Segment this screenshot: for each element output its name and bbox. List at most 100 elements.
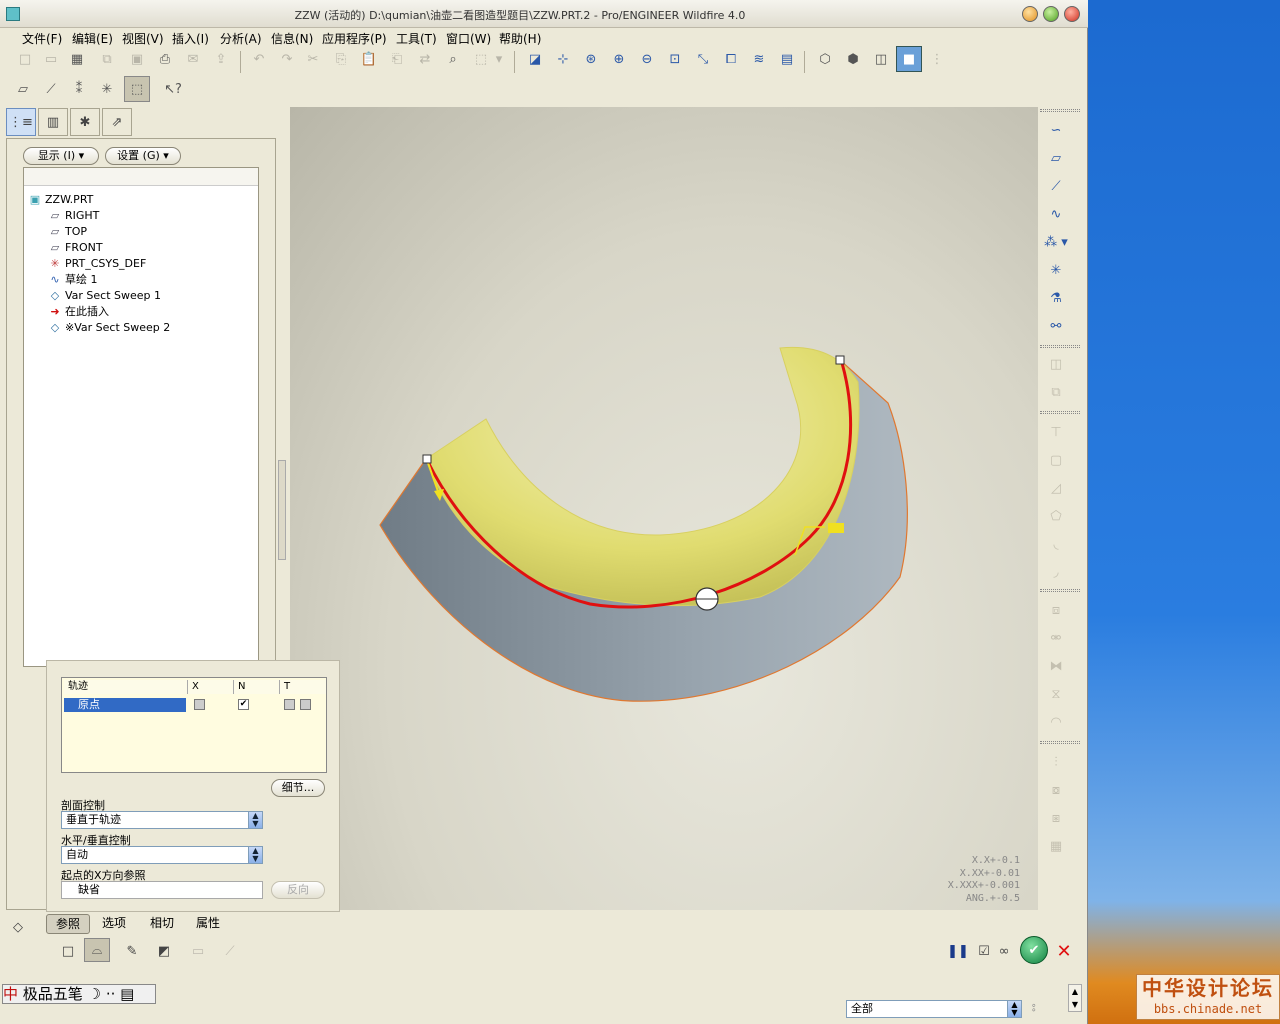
- pause-icon[interactable]: ❚❚: [946, 940, 970, 962]
- open-file-icon[interactable]: ▭: [40, 48, 62, 70]
- repaint-icon[interactable]: ◪: [524, 48, 546, 70]
- ime-toolbar[interactable]: 中 极品五笔 ☽ ·· ▤: [2, 984, 156, 1004]
- n-checkbox[interactable]: ✔: [238, 699, 249, 710]
- reorient-icon[interactable]: ⤡: [692, 48, 714, 70]
- settings-dropdown[interactable]: 设置 (G) ▾: [105, 147, 181, 165]
- minimize-button[interactable]: [1022, 6, 1038, 22]
- send-icon[interactable]: ⇪: [210, 48, 232, 70]
- redo-icon[interactable]: ↷: [276, 48, 298, 70]
- menu-edit[interactable]: 编辑(E): [72, 30, 113, 47]
- paste-icon[interactable]: 📋: [358, 48, 380, 70]
- menu-applications[interactable]: 应用程序(P): [322, 30, 387, 47]
- remove-material-icon[interactable]: ◩: [152, 940, 176, 962]
- save-icon[interactable]: ▣: [126, 48, 148, 70]
- tree-item-sweep-2[interactable]: ◇ ※Var Sect Sweep 2: [48, 320, 170, 336]
- menu-window[interactable]: 窗口(W): [446, 30, 491, 47]
- t-checkbox[interactable]: [284, 699, 295, 710]
- tab-options[interactable]: 选项: [96, 914, 132, 934]
- menu-file[interactable]: 文件(F): [22, 30, 62, 47]
- tab-references[interactable]: 参照: [46, 914, 90, 934]
- folder-browser-tab-icon[interactable]: ▥: [38, 108, 68, 136]
- menu-view[interactable]: 视图(V): [122, 30, 164, 47]
- surface-icon[interactable]: ⌓: [84, 938, 110, 962]
- solid-icon[interactable]: □: [56, 940, 80, 962]
- select-box-icon[interactable]: ⬚: [470, 48, 492, 70]
- sketch-tool-icon[interactable]: ∽: [1044, 119, 1068, 141]
- undo-icon[interactable]: ↶: [248, 48, 270, 70]
- tree-item-right[interactable]: ▱ RIGHT: [48, 208, 100, 224]
- wireframe-icon[interactable]: ⬡: [814, 48, 836, 70]
- zoom-out-icon[interactable]: ⊖: [636, 48, 658, 70]
- refit-icon[interactable]: ⊡: [664, 48, 686, 70]
- cancel-x-icon[interactable]: ✕: [1052, 940, 1076, 962]
- new-file-icon[interactable]: □: [14, 48, 36, 70]
- message-scroll-arrows[interactable]: ▲ ▼: [1068, 984, 1082, 1012]
- no-hidden-icon[interactable]: ◫: [870, 48, 892, 70]
- t-checkbox-secondary[interactable]: [300, 699, 311, 710]
- print-icon[interactable]: ⎙: [154, 48, 176, 70]
- panel-collapse-handle[interactable]: [278, 460, 286, 560]
- spin-center-display-icon[interactable]: ⬚: [124, 76, 150, 102]
- view-manager-icon[interactable]: ▤: [776, 48, 798, 70]
- section-control-select[interactable]: 垂直于轨迹 ▲ ▼: [61, 811, 263, 829]
- tab-tangency[interactable]: 相切: [144, 914, 180, 934]
- find-icon[interactable]: ⌕: [442, 48, 464, 70]
- details-button[interactable]: 细节...: [271, 779, 325, 797]
- favorites-tab-icon[interactable]: ✱: [70, 108, 100, 136]
- csys-tool-icon[interactable]: ✳: [1044, 259, 1068, 281]
- datum-plane-tool-icon[interactable]: ▱: [1044, 147, 1068, 169]
- layers-icon[interactable]: ≋: [748, 48, 770, 70]
- redraw-icon[interactable]: ⧉: [96, 48, 118, 70]
- menu-tools[interactable]: 工具(T): [396, 30, 437, 47]
- tree-item-part[interactable]: ▣ ZZW.PRT: [28, 192, 94, 208]
- trajectory-row-origin[interactable]: 原点: [64, 698, 186, 712]
- datum-plane-display-icon[interactable]: ▱: [12, 78, 34, 100]
- menu-analysis[interactable]: 分析(A): [220, 30, 262, 47]
- analysis-tool-icon[interactable]: ⚗: [1044, 287, 1068, 309]
- saved-views-icon[interactable]: ⧠: [720, 48, 742, 70]
- tree-item-sweep-1[interactable]: ◇ Var Sect Sweep 1: [48, 288, 161, 304]
- context-help-icon[interactable]: ↖?: [162, 78, 184, 100]
- email-icon[interactable]: ✉: [182, 48, 204, 70]
- tree-item-insert-here[interactable]: ➜ 在此插入: [48, 304, 109, 320]
- x-reference-field[interactable]: 缺省: [61, 881, 263, 899]
- close-window-button[interactable]: [1064, 6, 1080, 22]
- tree-item-sketch[interactable]: ∿ 草绘 1: [48, 272, 97, 288]
- reference-tool-icon[interactable]: ⚯: [1044, 315, 1068, 337]
- menu-insert[interactable]: 插入(I): [172, 30, 209, 47]
- spin-center-icon[interactable]: ⊹: [552, 48, 574, 70]
- datum-axis-tool-icon[interactable]: ⟋: [1044, 175, 1068, 197]
- tab-properties[interactable]: 属性: [190, 914, 226, 934]
- cut-icon[interactable]: ✂: [302, 48, 324, 70]
- datum-axis-display-icon[interactable]: ⟋: [40, 78, 62, 100]
- hidden-line-icon[interactable]: ⬢: [842, 48, 864, 70]
- connections-tab-icon[interactable]: ⇗: [102, 108, 132, 136]
- datum-curve-tool-icon[interactable]: ∿: [1044, 203, 1068, 225]
- maximize-button[interactable]: [1043, 6, 1059, 22]
- open-folder-icon[interactable]: ▦: [66, 48, 88, 70]
- x-checkbox[interactable]: [194, 699, 205, 710]
- menu-info[interactable]: 信息(N): [271, 30, 313, 47]
- show-dropdown[interactable]: 显示 (I) ▾: [23, 147, 99, 165]
- tree-item-csys[interactable]: ✳ PRT_CSYS_DEF: [48, 256, 146, 272]
- datum-point-display-icon[interactable]: ⁑: [68, 78, 90, 100]
- apply-checkmark-icon[interactable]: ✔: [1020, 936, 1048, 964]
- csys-display-icon[interactable]: ✳: [96, 78, 118, 100]
- tree-item-front[interactable]: ▱ FRONT: [48, 240, 103, 256]
- sketch-section-icon[interactable]: ✎: [120, 940, 144, 962]
- zoom-in-icon[interactable]: ⊕: [608, 48, 630, 70]
- hv-control-select[interactable]: 自动 ▲ ▼: [61, 846, 263, 864]
- orient-mode-icon[interactable]: ⊛: [580, 48, 602, 70]
- regenerate-icon[interactable]: ⇄: [414, 48, 436, 70]
- menu-help[interactable]: 帮助(H): [499, 30, 541, 47]
- datum-point-tool-icon[interactable]: ⁂ ▾: [1044, 231, 1068, 253]
- selection-filter[interactable]: 全部 ▲ ▼: [846, 1000, 1022, 1018]
- copy-icon[interactable]: ⎘: [330, 48, 352, 70]
- glasses-preview-icon[interactable]: ∞: [992, 940, 1016, 962]
- model-tree-tab-icon[interactable]: ⋮≡: [6, 108, 36, 136]
- paste-special-icon[interactable]: ⎗: [386, 48, 408, 70]
- graphics-area[interactable]: X.X+-0.1 X.XX+-0.01 X.XXX+-0.001 ANG.+-0…: [290, 107, 1038, 910]
- tree-item-top[interactable]: ▱ TOP: [48, 224, 87, 240]
- shading-icon[interactable]: ■: [896, 46, 922, 72]
- chevron-down-icon[interactable]: ▾: [492, 48, 506, 70]
